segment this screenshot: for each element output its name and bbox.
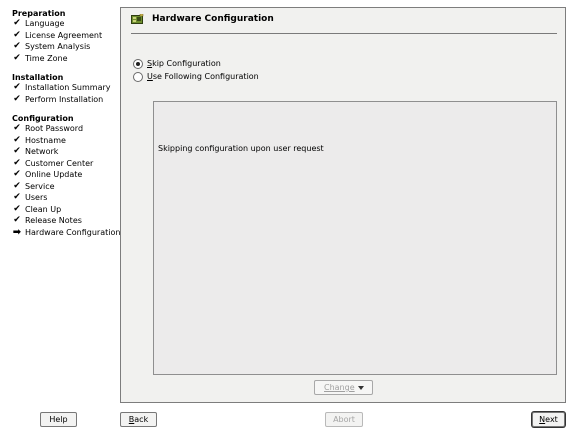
check-icon: ✔ — [13, 53, 21, 63]
next-button[interactable]: Next — [532, 412, 565, 427]
check-icon: ✔ — [13, 94, 21, 104]
back-button[interactable]: Back — [120, 412, 157, 427]
check-icon: ✔ — [13, 192, 21, 202]
skip-configuration-label[interactable]: Skip Configuration — [147, 58, 221, 70]
check-icon: ✔ — [13, 30, 21, 40]
check-icon: ✔ — [13, 146, 21, 156]
chevron-down-icon — [358, 386, 364, 390]
check-icon: ✔ — [13, 123, 21, 133]
check-icon: ✔ — [13, 135, 21, 145]
check-icon: ✔ — [13, 82, 21, 92]
abort-button[interactable]: Abort — [325, 412, 363, 427]
page-title: Hardware Configuration — [152, 14, 274, 24]
hardware-card-icon — [131, 14, 144, 24]
help-button[interactable]: Help — [40, 412, 77, 427]
section-title-configuration: Configuration — [12, 114, 74, 123]
radio-button[interactable] — [133, 59, 143, 69]
status-message: Skipping configuration upon user request — [158, 144, 324, 153]
change-dropdown-button[interactable]: Change — [314, 380, 373, 395]
section-title-installation: Installation — [12, 73, 64, 82]
check-icon: ✔ — [13, 181, 21, 191]
section-title-preparation: Preparation — [12, 9, 66, 18]
hardware-configuration-panel: Hardware Configuration Skip Configuratio… — [120, 7, 566, 403]
configuration-content-box: Skipping configuration upon user request — [153, 101, 557, 375]
check-icon: ✔ — [13, 215, 21, 225]
radio-selected-dot — [136, 62, 140, 66]
title-divider — [131, 33, 557, 34]
use-following-configuration-label[interactable]: Use Following Configuration — [147, 71, 259, 83]
installation-steps-sidebar: Preparation ✔ Language ✔ License Agreement… — [0, 0, 120, 405]
radio-button[interactable] — [133, 72, 143, 82]
check-icon: ✔ — [13, 158, 21, 168]
check-icon: ✔ — [13, 204, 21, 214]
check-icon: ✔ — [13, 18, 21, 28]
check-icon: ✔ — [13, 41, 21, 51]
arrow-right-icon: ➡ — [12, 227, 22, 238]
check-icon: ✔ — [13, 169, 21, 179]
